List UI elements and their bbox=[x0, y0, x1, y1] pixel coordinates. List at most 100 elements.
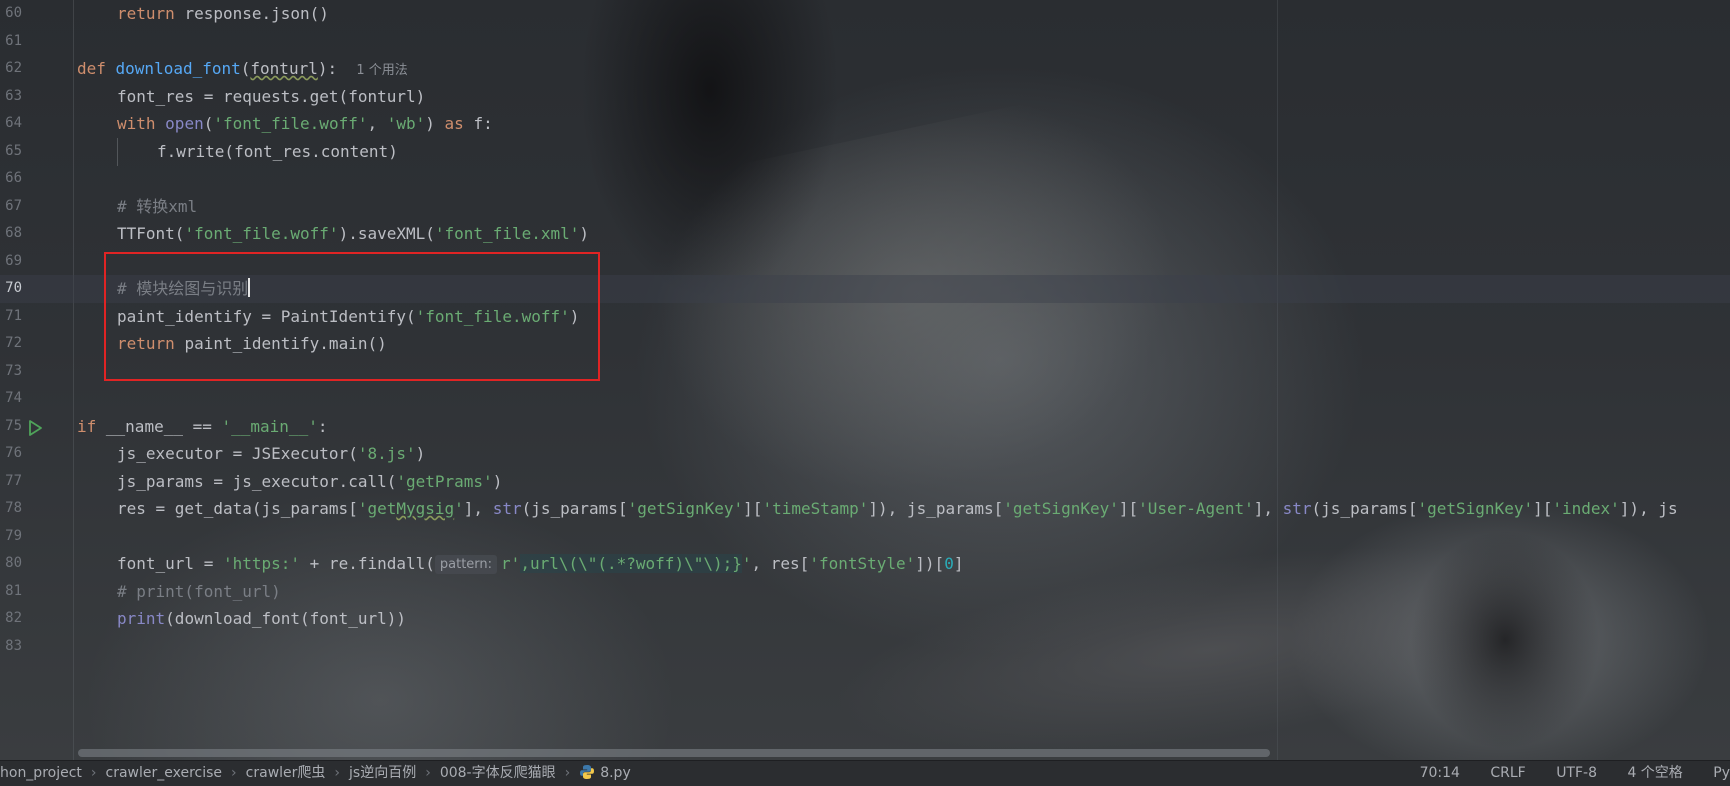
code-token: ) bbox=[492, 471, 503, 491]
code-token: Mygsig bbox=[396, 499, 455, 518]
line-number[interactable]: 69 bbox=[0, 248, 22, 276]
breadcrumb-file[interactable]: 8.py bbox=[579, 761, 631, 786]
status-right-group: 70:14 CRLF UTF-8 4 个空格 Py bbox=[1394, 761, 1730, 786]
code-token: # 转换xml bbox=[117, 196, 198, 216]
code-line[interactable]: 68 TTFont('font_file.woff').saveXML('font… bbox=[0, 220, 1730, 248]
code-text[interactable]: TTFont('font_file.woff').saveXML('font_f… bbox=[117, 220, 589, 248]
code-line[interactable]: 75 if __name__ == '__main__': bbox=[0, 413, 1730, 441]
code-line[interactable]: 74 bbox=[0, 385, 1730, 413]
code-token: 'getSignKey' bbox=[627, 499, 744, 518]
line-number[interactable]: 72 bbox=[0, 330, 22, 358]
code-text[interactable]: with open('font_file.woff', 'wb') as f: bbox=[117, 110, 493, 138]
code-line[interactable]: 82 print(download_font(font_url)) bbox=[0, 605, 1730, 633]
code-line[interactable]: 67 # 转换xml bbox=[0, 193, 1730, 221]
code-text[interactable]: # print(font_url) bbox=[117, 578, 281, 606]
code-text[interactable]: # 转换xml bbox=[117, 193, 197, 221]
file-encoding[interactable]: UTF-8 bbox=[1556, 765, 1597, 781]
code-token: ]), js_params[ bbox=[868, 499, 1004, 518]
code-token: ][ bbox=[743, 499, 763, 518]
code-line[interactable]: 66 bbox=[0, 165, 1730, 193]
line-number[interactable]: 61 bbox=[0, 28, 22, 56]
code-token: 'wb' bbox=[386, 114, 426, 133]
code-token: font_url = bbox=[117, 554, 223, 573]
code-text[interactable]: if __name__ == '__main__': bbox=[77, 413, 327, 441]
indent-setting[interactable]: 4 个空格 bbox=[1627, 765, 1682, 781]
code-line[interactable]: 60 return response.json() bbox=[0, 0, 1730, 28]
line-number[interactable]: 60 bbox=[0, 0, 22, 28]
line-number[interactable]: 66 bbox=[0, 165, 22, 193]
code-text[interactable]: print(download_font(font_url)) bbox=[117, 605, 406, 633]
code-token: (js_params[ bbox=[1311, 499, 1418, 518]
code-line[interactable]: 83 bbox=[0, 633, 1730, 661]
code-line[interactable]: 63 font_res = requests.get(fonturl) bbox=[0, 83, 1730, 111]
chevron-right-icon: › bbox=[90, 765, 97, 781]
code-text[interactable]: f.write(font_res.content) bbox=[157, 138, 398, 166]
breadcrumb-item[interactable]: hon_project bbox=[0, 761, 82, 786]
line-number[interactable]: 75 bbox=[0, 413, 22, 441]
code-token: 'timeStamp' bbox=[762, 499, 869, 518]
line-number[interactable]: 70 bbox=[0, 275, 22, 303]
code-text[interactable]: font_url = 'https:' + re.findall(pattern… bbox=[117, 550, 963, 578]
line-number[interactable]: 64 bbox=[0, 110, 22, 138]
chevron-right-icon: › bbox=[425, 765, 431, 781]
line-number[interactable]: 73 bbox=[0, 358, 22, 386]
line-ending[interactable]: CRLF bbox=[1490, 765, 1525, 781]
code-line[interactable]: 77 js_params = js_executor.call('getPrams… bbox=[0, 468, 1730, 496]
code-line[interactable]: 65 f.write(font_res.content) bbox=[0, 138, 1730, 166]
code-token: 'getSignKey' bbox=[1417, 499, 1534, 518]
breadcrumb-filename: 8.py bbox=[600, 765, 631, 781]
code-token: font_res = requests.get(fonturl) bbox=[117, 86, 426, 106]
run-triangle-icon[interactable] bbox=[27, 419, 43, 437]
line-number[interactable]: 77 bbox=[0, 468, 22, 496]
code-token: open bbox=[165, 114, 204, 133]
code-line[interactable]: 76 js_executor = JSExecutor('8.js') bbox=[0, 440, 1730, 468]
code-text[interactable]: res = get_data(js_params['getMygsig'], s… bbox=[117, 495, 1678, 523]
line-number[interactable]: 71 bbox=[0, 303, 22, 331]
code-token: print bbox=[117, 609, 166, 628]
code-line[interactable]: 61 bbox=[0, 28, 1730, 56]
breadcrumb-item[interactable]: 008-字体反爬猫眼 bbox=[440, 761, 556, 786]
code-text[interactable]: def download_font(fonturl): 1 个用法 bbox=[77, 55, 408, 85]
code-token: ] bbox=[953, 554, 964, 573]
code-token: js_executor = JSExecutor( bbox=[117, 444, 358, 463]
code-line[interactable]: 80 font_url = 'https:' + re.findall(patte… bbox=[0, 550, 1730, 578]
breadcrumb-item[interactable]: crawler爬虫 bbox=[246, 761, 326, 786]
code-token: ' bbox=[741, 554, 752, 573]
line-number[interactable]: 67 bbox=[0, 193, 22, 221]
highlight-annotation-box bbox=[104, 252, 600, 381]
code-line[interactable]: 81 # print(font_url) bbox=[0, 578, 1730, 606]
code-token: def bbox=[77, 59, 116, 78]
breadcrumb-item[interactable]: js逆向百例 bbox=[349, 761, 416, 786]
language-mode[interactable]: Py bbox=[1713, 765, 1730, 781]
chevron-right-icon: › bbox=[334, 765, 341, 781]
line-number[interactable]: 68 bbox=[0, 220, 22, 248]
code-token: ( bbox=[203, 114, 214, 133]
code-token: 0 bbox=[944, 554, 954, 573]
caret-position[interactable]: 70:14 bbox=[1420, 765, 1460, 781]
line-number[interactable]: 82 bbox=[0, 605, 22, 633]
line-number[interactable]: 65 bbox=[0, 138, 22, 166]
line-number[interactable]: 83 bbox=[0, 633, 22, 661]
code-line[interactable]: 62 def download_font(fonturl): 1 个用法 bbox=[0, 55, 1730, 83]
line-number[interactable]: 81 bbox=[0, 578, 22, 606]
code-text[interactable]: font_res = requests.get(fonturl) bbox=[117, 83, 425, 111]
line-number[interactable]: 76 bbox=[0, 440, 22, 468]
breadcrumb-item[interactable]: crawler_exercise bbox=[106, 761, 223, 786]
code-text[interactable]: return response.json() bbox=[117, 0, 329, 28]
code-token: # print(font_url) bbox=[117, 581, 281, 601]
line-number[interactable]: 79 bbox=[0, 523, 22, 551]
code-line[interactable]: 79 bbox=[0, 523, 1730, 551]
code-line[interactable]: 64 with open('font_file.woff', 'wb') as f… bbox=[0, 110, 1730, 138]
line-number[interactable]: 63 bbox=[0, 83, 22, 111]
code-text[interactable]: js_executor = JSExecutor('8.js') bbox=[117, 440, 425, 468]
code-text[interactable]: js_params = js_executor.call('getPrams') bbox=[117, 468, 502, 496]
code-token: (js_params[ bbox=[521, 499, 628, 518]
horizontal-scrollbar[interactable] bbox=[78, 749, 1270, 757]
code-token: js_params = js_executor.call( bbox=[117, 471, 397, 491]
parameter-hint: pattern: bbox=[434, 555, 498, 574]
code-line[interactable]: 78 res = get_data(js_params['getMygsig'],… bbox=[0, 495, 1730, 523]
line-number[interactable]: 74 bbox=[0, 385, 22, 413]
line-number[interactable]: 62 bbox=[0, 55, 22, 83]
line-number[interactable]: 78 bbox=[0, 495, 22, 523]
line-number[interactable]: 80 bbox=[0, 550, 22, 578]
